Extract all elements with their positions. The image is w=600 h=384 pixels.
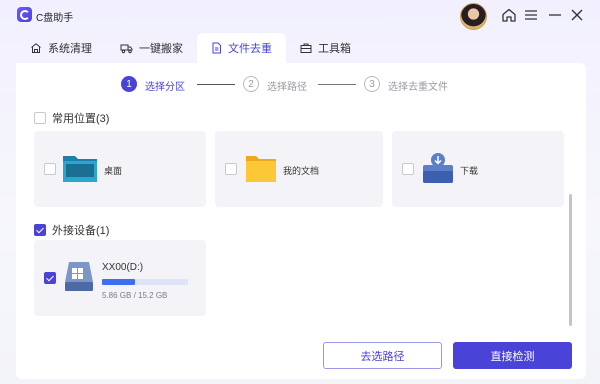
section-external-label: 外接设备(1) [52,225,110,237]
user-avatar[interactable] [460,3,487,30]
location-card-downloads[interactable]: 下载 [392,131,564,207]
tab-one-click-move[interactable]: 一键搬家 [106,33,197,63]
tab-label: 工具箱 [318,43,351,55]
desktop-folder-icon [63,156,97,182]
step-1-label: 选择分区 [145,82,185,93]
step-1-number: 1 [121,76,137,92]
location-label: 下载 [460,166,479,176]
drive-usage-bar [102,279,188,285]
location-checkbox[interactable] [225,163,237,175]
section-common-header: 常用位置(3) [34,110,109,126]
app-title: C盘助手 [36,13,74,24]
drive-usage-fill [102,279,136,285]
tab-label: 一键搬家 [139,43,183,55]
download-folder-icon [423,153,453,183]
choose-path-button[interactable]: 去选路径 [323,342,442,369]
main-tabs: 系统清理 一键搬家 文件去重 工具箱 [16,33,365,63]
step-3-number: 3 [364,76,380,92]
menu-icon[interactable] [522,6,540,24]
home-small-icon [31,43,41,53]
step-connector [197,84,235,85]
step-connector [318,84,356,85]
location-checkbox[interactable] [44,163,56,175]
section-external-checkbox[interactable] [34,224,46,236]
location-label: 我的文档 [283,166,320,176]
step-3-label: 选择去重文件 [388,82,448,93]
tab-system-clean[interactable]: 系统清理 [16,33,106,63]
drive-card[interactable]: XX00(D:) 5.86 GB / 15.2 GB [34,240,206,316]
tab-toolbox[interactable]: 工具箱 [286,33,365,63]
title-bar: C盘助手 [0,0,600,30]
tab-label: 系统清理 [48,43,92,55]
minimize-icon[interactable] [546,6,564,24]
location-checkbox[interactable] [402,163,414,175]
tab-file-dedup[interactable]: 文件去重 [197,33,286,63]
section-external-header: 外接设备(1) [34,222,109,238]
section-common-label: 常用位置(3) [52,113,110,125]
app-logo-icon [17,7,32,22]
section-common-checkbox[interactable] [34,112,46,124]
drive-size: 5.86 GB / 15.2 GB [102,291,168,300]
step-2-number: 2 [243,76,259,92]
drive-name: XX00(D:) [102,262,144,273]
usb-drive-icon [65,262,93,291]
close-icon[interactable] [568,6,586,24]
step-2-label: 选择路径 [267,82,307,93]
location-card-desktop[interactable]: 桌面 [34,131,206,207]
home-icon[interactable] [500,6,518,24]
scrollbar[interactable] [569,194,572,326]
tab-label: 文件去重 [228,43,272,55]
location-label: 桌面 [104,166,123,176]
detect-now-button[interactable]: 直接检测 [453,342,572,369]
truck-icon [120,44,133,54]
document-icon [212,42,221,54]
folder-icon [246,156,276,182]
location-card-documents[interactable]: 我的文档 [215,131,383,207]
toolbox-icon [300,43,312,53]
drive-checkbox[interactable] [44,272,56,284]
partition-list[interactable]: 常用位置(3) 桌面 我的文档 下载 外接设备(1) XX00(D:) 5.86… [34,104,566,332]
